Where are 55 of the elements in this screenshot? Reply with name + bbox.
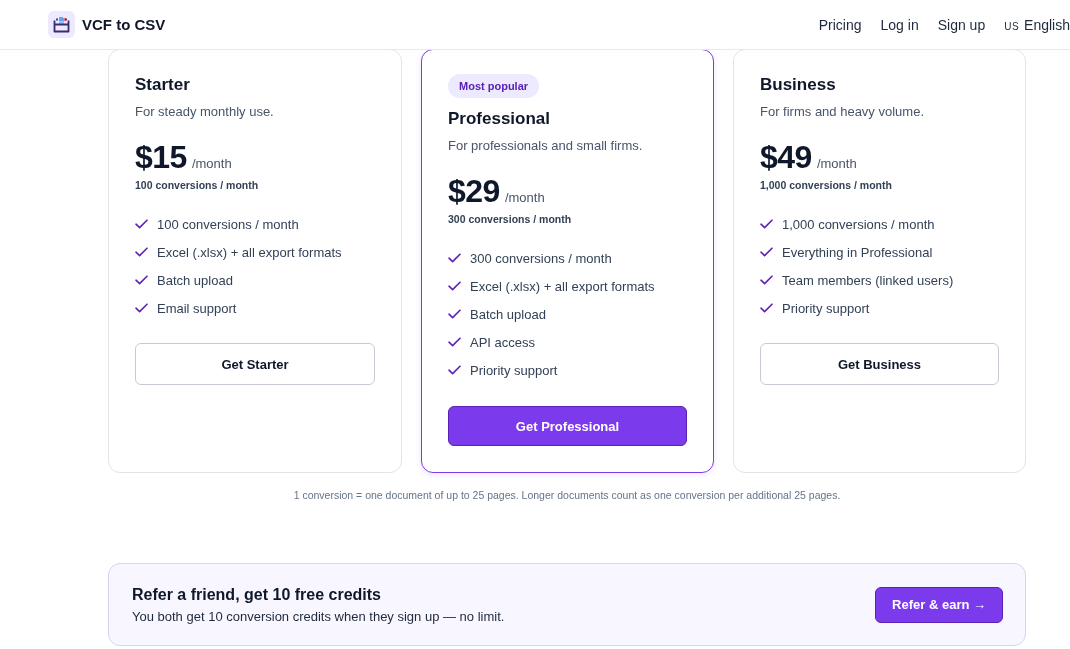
plan-tagline: For firms and heavy volume.: [760, 103, 925, 121]
nav-link[interactable]: Log in: [880, 16, 919, 33]
price-period: /month: [504, 190, 545, 205]
check-icon: [135, 275, 148, 285]
plan-price: $15: [135, 138, 187, 176]
feature-text: 100 conversions / month: [157, 216, 299, 232]
plan-quota: 1,000 conversions / month: [760, 178, 893, 192]
referral-text: You both get 10 conversion credits when they sign up — no limit.: [132, 607, 505, 625]
check-icon: [760, 303, 773, 313]
plan-name: Business: [760, 74, 837, 96]
plan-price: $49: [760, 138, 812, 176]
feature-text: Email support: [157, 300, 237, 316]
feature-text: Team members (linked users): [782, 272, 954, 288]
plan-button[interactable]: Get Business: [760, 343, 999, 385]
check-icon: [448, 309, 461, 319]
plan-badge: Most popular: [448, 74, 540, 98]
feature-text: 1,000 conversions / month: [782, 216, 935, 232]
feature-text: API access: [470, 334, 536, 350]
logo-icon: [48, 11, 75, 38]
refer-button[interactable]: Refer & earn →: [875, 586, 1003, 623]
nav-link[interactable]: Sign up: [937, 16, 986, 33]
check-icon: [760, 275, 773, 285]
footnote: 1 conversion = one document of up to 25 pages. Longer documents count as one conversion per additional 25 pages.: [292, 488, 842, 502]
feature-text: 300 conversions / month: [470, 250, 612, 266]
check-icon: [135, 219, 148, 229]
feature-text: Excel (.xlsx) + all export formats: [470, 278, 655, 294]
check-icon: [448, 281, 461, 291]
referral-title: Refer a friend, get 10 free credits: [132, 584, 382, 605]
plan-tagline: For steady monthly use.: [135, 103, 275, 121]
check-icon: [448, 365, 461, 375]
feature-text: Priority support: [470, 362, 558, 378]
feature-text: Everything in Professional: [782, 244, 933, 260]
check-icon: [760, 247, 773, 257]
plan-button[interactable]: Get Starter: [135, 343, 375, 385]
plan-price: $29: [448, 172, 500, 210]
feature-text: Excel (.xlsx) + all export formats: [157, 244, 342, 260]
check-icon: [135, 247, 148, 257]
check-icon: [448, 337, 461, 347]
feature-text: Priority support: [782, 300, 870, 316]
feature-text: Batch upload: [470, 306, 546, 322]
check-icon: [448, 253, 461, 263]
feature-text: Batch upload: [157, 272, 233, 288]
nav-link[interactable]: Pricing: [818, 16, 862, 33]
plan-tagline: For professionals and small firms.: [448, 137, 644, 155]
brand-name[interactable]: VCF to CSV: [82, 16, 166, 33]
plan-quota: 300 conversions / month: [448, 212, 573, 226]
plan-name: Starter: [135, 74, 191, 96]
price-period: /month: [816, 156, 857, 171]
language-selector[interactable]: US English: [1004, 16, 1070, 33]
price-period: /month: [191, 156, 232, 171]
plan-button[interactable]: Get Professional: [448, 406, 687, 446]
plan-quota: 100 conversions / month: [135, 178, 260, 192]
check-icon: [760, 219, 773, 229]
plan-name: Professional: [448, 108, 552, 130]
check-icon: [135, 303, 148, 313]
